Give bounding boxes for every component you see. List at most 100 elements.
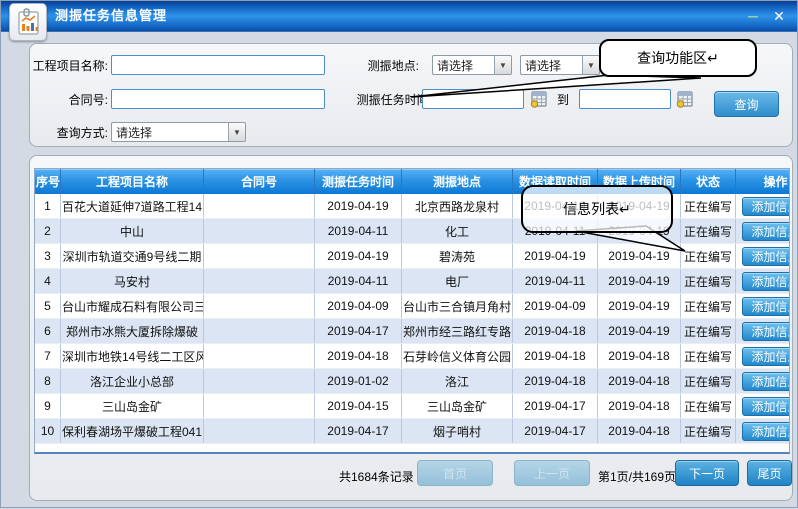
task-time: 2019-04-19 — [315, 244, 402, 269]
contract-no — [204, 344, 315, 369]
action-cell: 添加信息 — [736, 194, 791, 219]
upload-time: 2019-04-19 — [598, 319, 681, 344]
row-no: 9 — [35, 394, 61, 419]
row-no: 5 — [35, 294, 61, 319]
read-time: 2019-04-18 — [513, 319, 598, 344]
chevron-down-icon[interactable]: ▼ — [582, 56, 599, 74]
upload-time: 2019-04-19 — [598, 219, 681, 244]
task-time-from-input[interactable] — [422, 89, 524, 109]
to-label: 到 — [550, 91, 576, 108]
project-name: 马安村 — [61, 269, 204, 294]
location: 烟子哨村 — [402, 419, 513, 444]
read-time: 2019-04-18 — [513, 369, 598, 394]
chevron-down-icon[interactable]: ▼ — [228, 123, 245, 141]
query-mode-select-value: 请选择 — [112, 124, 228, 141]
location-select-2[interactable]: 请选择 ▼ — [520, 55, 600, 75]
status: 正在编写 — [681, 244, 736, 269]
app-icon — [9, 3, 47, 41]
column-header: 序号 — [35, 169, 61, 194]
task-time: 2019-04-18 — [315, 344, 402, 369]
add-info-button[interactable]: 添加信息 — [742, 222, 791, 241]
add-info-button[interactable]: 添加信息 — [742, 347, 791, 366]
upload-time: 2019-04-19 — [598, 269, 681, 294]
table-row: 4马安村2019-04-11电厂2019-04-112019-04-19正在编写… — [35, 269, 790, 294]
project-name-input[interactable] — [111, 55, 325, 75]
add-info-button[interactable]: 添加信息 — [742, 422, 791, 441]
contract-no — [204, 394, 315, 419]
location: 碧涛苑 — [402, 244, 513, 269]
add-info-button[interactable]: 添加信息 — [742, 372, 791, 391]
project-name: 深圳市地铁14号线二工区风 — [61, 344, 204, 369]
status: 正在编写 — [681, 219, 736, 244]
location: 电厂 — [402, 269, 513, 294]
table-row: 2中山2019-04-11化工2019-04-112019-04-19正在编写添… — [35, 219, 790, 244]
contract-no — [204, 194, 315, 219]
status: 正在编写 — [681, 394, 736, 419]
status: 正在编写 — [681, 344, 736, 369]
status: 正在编写 — [681, 269, 736, 294]
upload-time: 2019-04-18 — [598, 394, 681, 419]
upload-time: 2019-04-18 — [598, 369, 681, 394]
add-info-button[interactable]: 添加信息 — [742, 397, 791, 416]
read-time: 2019-04-09 — [513, 294, 598, 319]
read-time: 2019-04-11 — [513, 269, 598, 294]
add-info-button[interactable]: 添加信息 — [742, 272, 791, 291]
location-select-2-value: 请选择 — [521, 57, 582, 74]
column-header: 数据上传时间 — [598, 169, 681, 194]
first-page-button[interactable]: 首页 — [417, 460, 493, 486]
query-mode-select[interactable]: 请选择 ▼ — [111, 122, 246, 142]
location: 台山市三合镇月角村 — [402, 294, 513, 319]
contract-no — [204, 419, 315, 444]
contract-label: 合同号: — [32, 91, 108, 108]
column-header: 合同号 — [204, 169, 315, 194]
add-info-button[interactable]: 添加信息 — [742, 297, 791, 316]
prev-page-button[interactable]: 上一页 — [514, 460, 590, 486]
project-name: 洛江企业小总部 — [61, 369, 204, 394]
add-info-button[interactable]: 添加信息 — [742, 247, 791, 266]
close-icon[interactable]: ✕ — [769, 6, 789, 26]
read-time: 2019-04-19 — [513, 194, 598, 219]
table-header-row: 序号工程项目名称合同号测振任务时间测振地点数据读取时间数据上传时间状态操作 — [35, 169, 790, 194]
status: 正在编写 — [681, 319, 736, 344]
chevron-down-icon[interactable]: ▼ — [494, 56, 511, 74]
location: 北京西路龙泉村 — [402, 194, 513, 219]
location: 郑州市经三路红专路 — [402, 319, 513, 344]
minimize-icon[interactable]: ─ — [743, 6, 763, 26]
add-info-button[interactable]: 添加信息 — [742, 197, 791, 216]
status: 正在编写 — [681, 194, 736, 219]
location-select-1[interactable]: 请选择 ▼ — [432, 55, 512, 75]
action-cell: 添加信息 — [736, 369, 791, 394]
project-name: 台山市耀成石料有限公司三 — [61, 294, 204, 319]
calendar-icon[interactable] — [675, 89, 695, 109]
last-page-button[interactable]: 尾页 — [747, 460, 792, 486]
title-bar: 测振任务信息管理 ─ ✕ — [1, 1, 797, 32]
search-panel: 工程项目名称: 测振地点: 请选择 ▼ 请选择 ▼ 合同号: 测振任务时间: — [29, 43, 793, 147]
project-name: 保利春湖场平爆破工程041 — [61, 419, 204, 444]
task-time: 2019-04-11 — [315, 219, 402, 244]
row-no: 8 — [35, 369, 61, 394]
column-header: 操作 — [736, 169, 791, 194]
table-body: 1百花大道延伸7道路工程142019-04-19北京西路龙泉村2019-04-1… — [35, 194, 790, 444]
location: 洛江 — [402, 369, 513, 394]
row-no: 3 — [35, 244, 61, 269]
task-time: 2019-04-17 — [315, 319, 402, 344]
read-time: 2019-04-17 — [513, 394, 598, 419]
contract-no — [204, 369, 315, 394]
table-row: 1百花大道延伸7道路工程142019-04-19北京西路龙泉村2019-04-1… — [35, 194, 790, 219]
contract-no — [204, 269, 315, 294]
contract-input[interactable] — [111, 89, 325, 109]
action-cell: 添加信息 — [736, 419, 791, 444]
column-header: 数据读取时间 — [513, 169, 598, 194]
task-time-to-input[interactable] — [579, 89, 671, 109]
add-info-button[interactable]: 添加信息 — [742, 322, 791, 341]
next-page-button[interactable]: 下一页 — [675, 460, 739, 486]
calendar-icon[interactable] — [529, 89, 549, 109]
read-time: 2019-04-19 — [513, 244, 598, 269]
status: 正在编写 — [681, 294, 736, 319]
query-button[interactable]: 查询 — [714, 91, 779, 117]
task-time: 2019-04-11 — [315, 269, 402, 294]
row-no: 6 — [35, 319, 61, 344]
read-time: 2019-04-17 — [513, 419, 598, 444]
task-time: 2019-04-17 — [315, 419, 402, 444]
record-count-text: 共1684条记录 — [339, 468, 414, 485]
